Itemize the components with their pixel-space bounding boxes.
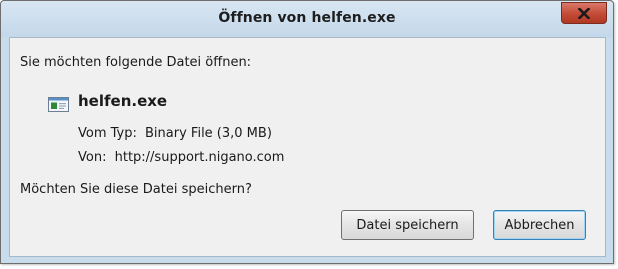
save-question: Möchten Sie diese Datei speichern? <box>20 182 252 197</box>
file-name: helfen.exe <box>78 92 168 110</box>
file-source-label: Von: <box>78 150 107 165</box>
open-prompt: Sie möchten folgende Datei öffnen: <box>20 55 252 70</box>
close-button[interactable] <box>561 2 607 24</box>
dialog-body: Sie möchten folgende Datei öffnen: helfe… <box>9 37 606 257</box>
close-icon <box>578 7 590 19</box>
executable-file-icon <box>48 97 69 112</box>
save-file-button[interactable]: Datei speichern <box>341 210 474 240</box>
file-source-row: Von: http://support.nigano.com <box>78 150 284 165</box>
file-type-value: Binary File (3,0 MB) <box>145 126 272 141</box>
file-type-label: Vom Typ: <box>78 126 137 141</box>
file-source-value: http://support.nigano.com <box>114 150 285 165</box>
dialog-title: Öffnen von helfen.exe <box>218 10 396 26</box>
download-dialog: Öffnen von helfen.exe Sie möchten folgen… <box>0 0 614 264</box>
cancel-button[interactable]: Abbrechen <box>493 210 586 240</box>
title-bar[interactable]: Öffnen von helfen.exe <box>1 1 613 37</box>
file-type-row: Vom Typ: Binary File (3,0 MB) <box>78 126 272 141</box>
